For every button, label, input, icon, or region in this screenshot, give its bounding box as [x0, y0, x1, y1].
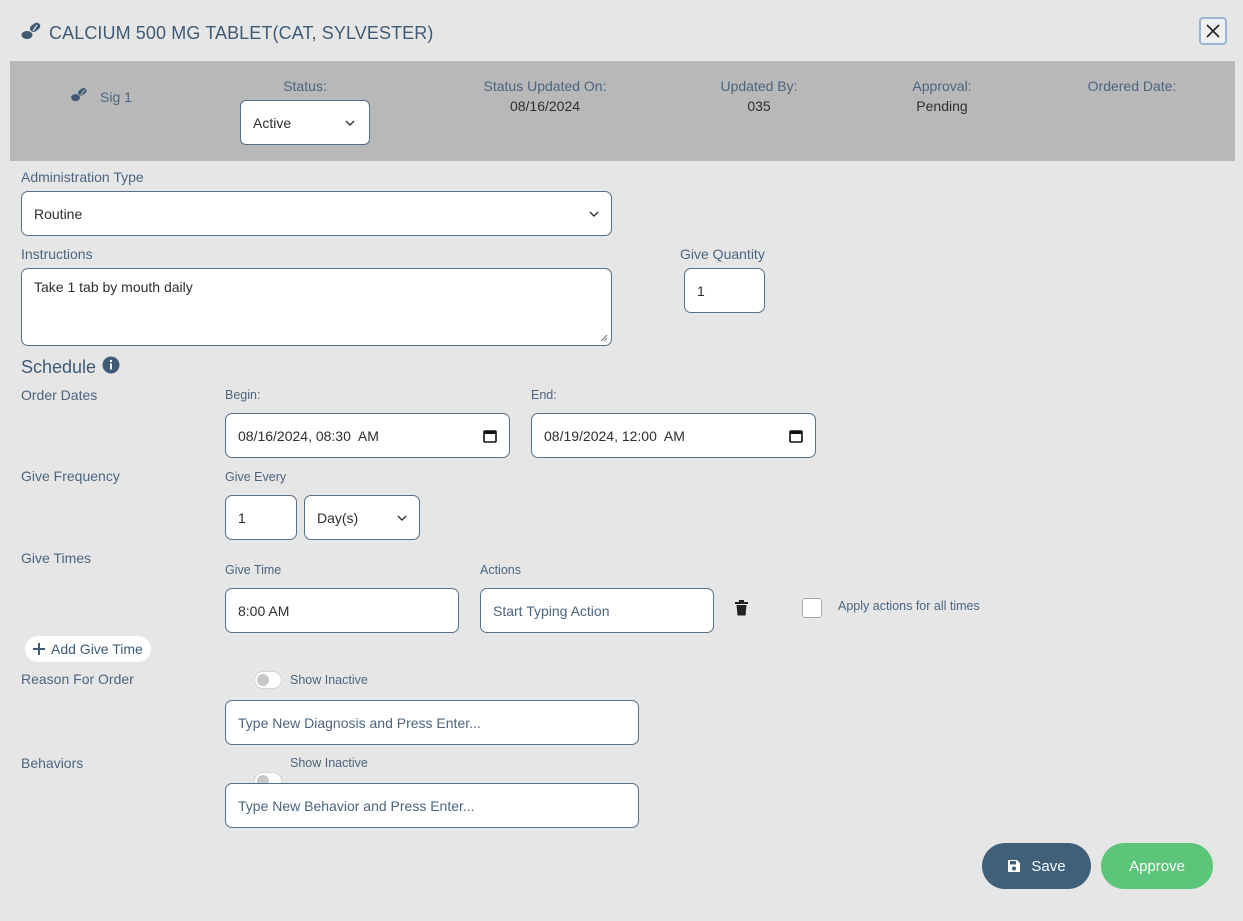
- floppy-disk-icon: [1008, 860, 1021, 872]
- status-updated-column: Status Updated On: 08/16/2024: [465, 78, 625, 114]
- give-times-label: Give Times: [21, 550, 92, 566]
- give-quantity-input[interactable]: 1: [684, 268, 765, 313]
- end-label: End:: [531, 388, 557, 402]
- actions-label: Actions: [480, 563, 521, 577]
- add-give-time-label: Add Give Time: [51, 641, 143, 657]
- close-icon: [1206, 24, 1220, 38]
- diagnosis-input[interactable]: Type New Diagnosis and Press Enter...: [225, 700, 639, 745]
- approve-label: Approve: [1129, 857, 1185, 875]
- status-column: Status:: [255, 78, 355, 94]
- instructions-label: Instructions: [21, 246, 93, 262]
- order-dates-label: Order Dates: [21, 387, 98, 403]
- end-date-value: 08/19/2024, 12:00 AM: [544, 427, 685, 444]
- updated-by-column: Updated By: 035: [700, 78, 818, 114]
- give-every-value: 1: [238, 509, 246, 526]
- begin-label: Begin:: [225, 388, 261, 402]
- actions-input[interactable]: Start Typing Action: [480, 588, 714, 633]
- status-updated-value: 08/16/2024: [509, 98, 581, 114]
- status-select[interactable]: Active: [240, 100, 370, 145]
- reason-show-inactive-toggle[interactable]: [254, 671, 282, 689]
- chevron-down-icon: [345, 120, 355, 126]
- actions-placeholder: Start Typing Action: [493, 602, 610, 619]
- updated-by-label: Updated By:: [720, 78, 798, 94]
- status-label: Status:: [283, 78, 327, 94]
- give-time-label: Give Time: [225, 563, 282, 577]
- begin-date-value: 08/16/2024, 08:30 AM: [238, 427, 379, 444]
- instructions-textarea[interactable]: Take 1 tab by mouth daily: [21, 268, 612, 346]
- add-give-time-button[interactable]: Add Give Time: [25, 636, 151, 662]
- ordered-date-label: Ordered Date:: [1087, 78, 1177, 94]
- trash-icon[interactable]: [735, 600, 748, 621]
- give-every-input[interactable]: 1: [225, 495, 297, 540]
- give-frequency-label: Give Frequency: [21, 468, 120, 484]
- give-every-unit-value: Day(s): [317, 509, 359, 526]
- behaviors-show-inactive-label: Show Inactive: [290, 756, 368, 770]
- apply-all-checkbox[interactable]: [802, 598, 822, 618]
- pills-icon: [70, 87, 90, 106]
- instructions-value: Take 1 tab by mouth daily: [34, 279, 193, 295]
- give-every-unit-select[interactable]: Day(s): [304, 495, 420, 540]
- approval-value: Pending: [916, 98, 968, 114]
- ordered-date-column: Ordered Date:: [1072, 78, 1192, 94]
- reason-show-inactive-label: Show Inactive: [290, 673, 368, 687]
- info-icon[interactable]: [102, 356, 120, 379]
- updated-by-value: 035: [747, 98, 771, 114]
- reason-label: Reason For Order: [21, 671, 134, 687]
- give-quantity-label: Give Quantity: [680, 246, 765, 262]
- apply-all-label: Apply actions for all times: [838, 599, 980, 613]
- calendar-icon[interactable]: [483, 429, 497, 443]
- give-time-value: 8:00 AM: [238, 602, 290, 619]
- chevron-down-icon: [397, 515, 407, 521]
- give-time-input[interactable]: 8:00 AM: [225, 588, 459, 633]
- administration-type-value: Routine: [34, 205, 83, 222]
- give-quantity-value: 1: [697, 282, 705, 299]
- diagnosis-placeholder: Type New Diagnosis and Press Enter...: [238, 714, 481, 731]
- sig-label[interactable]: Sig 1: [70, 87, 132, 106]
- close-button[interactable]: [1199, 17, 1227, 45]
- dialog-title-text: CALCIUM 500 MG TABLET(CAT, SYLVESTER): [49, 23, 434, 43]
- approve-button[interactable]: Approve: [1101, 843, 1213, 889]
- resize-handle-icon[interactable]: [600, 334, 608, 342]
- save-button[interactable]: Save: [982, 843, 1091, 889]
- approval-column: Approval: Pending: [890, 78, 994, 114]
- status-value: Active: [253, 114, 292, 131]
- approval-label: Approval:: [912, 78, 972, 94]
- end-date-input[interactable]: 08/19/2024, 12:00 AM: [531, 413, 816, 458]
- give-every-label: Give Every: [225, 470, 287, 484]
- chevron-down-icon: [589, 211, 599, 217]
- schedule-title: Schedule: [21, 357, 97, 377]
- dialog-title: CALCIUM 500 MG TABLET(CAT, SYLVESTER): [21, 22, 433, 45]
- behavior-placeholder: Type New Behavior and Press Enter...: [238, 797, 475, 814]
- behaviors-label: Behaviors: [21, 755, 84, 771]
- save-label: Save: [1031, 857, 1066, 875]
- status-updated-label: Status Updated On:: [483, 78, 607, 94]
- calendar-icon[interactable]: [789, 429, 803, 443]
- plus-icon: [33, 643, 45, 655]
- administration-type-label: Administration Type: [21, 169, 144, 185]
- behavior-input[interactable]: Type New Behavior and Press Enter...: [225, 783, 639, 828]
- sig-label-text: Sig 1: [100, 88, 132, 105]
- schedule-heading: Schedule: [21, 356, 120, 379]
- begin-date-input[interactable]: 08/16/2024, 08:30 AM: [225, 413, 510, 458]
- pills-icon: [21, 22, 43, 45]
- administration-type-select[interactable]: Routine: [21, 191, 612, 236]
